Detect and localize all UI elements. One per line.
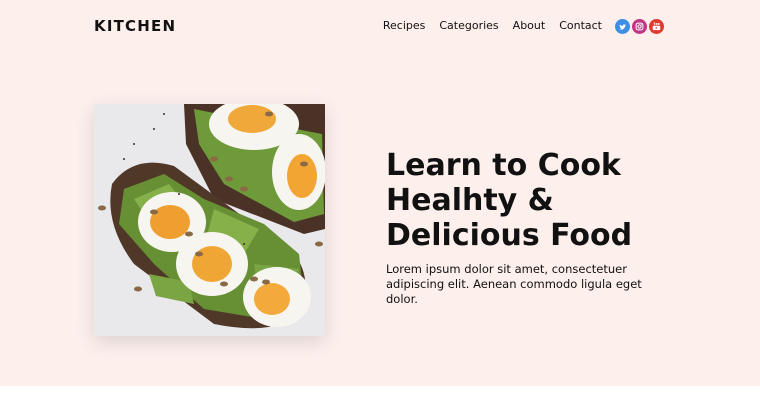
nav-link-recipes[interactable]: Recipes <box>383 19 426 32</box>
nav-link-categories[interactable]: Categories <box>439 19 498 32</box>
hero-description: Lorem ipsum dolor sit amet, consectetuer… <box>386 262 642 306</box>
instagram-icon[interactable] <box>632 19 647 34</box>
main-nav: Recipes Categories About Contact <box>383 19 602 32</box>
twitter-icon[interactable] <box>615 19 630 34</box>
hero-food-image <box>94 104 325 336</box>
social-links <box>615 19 664 34</box>
page-bottom-strip <box>0 386 760 409</box>
site-logo[interactable]: KITCHEN <box>94 17 176 35</box>
page-background: KITCHEN Recipes Categories About Contact <box>0 0 760 386</box>
youtube-icon[interactable] <box>649 19 664 34</box>
nav-link-contact[interactable]: Contact <box>559 19 602 32</box>
nav-link-about[interactable]: About <box>513 19 546 32</box>
hero-headline: Learn to Cook Healhty & Delicious Food <box>386 148 633 253</box>
